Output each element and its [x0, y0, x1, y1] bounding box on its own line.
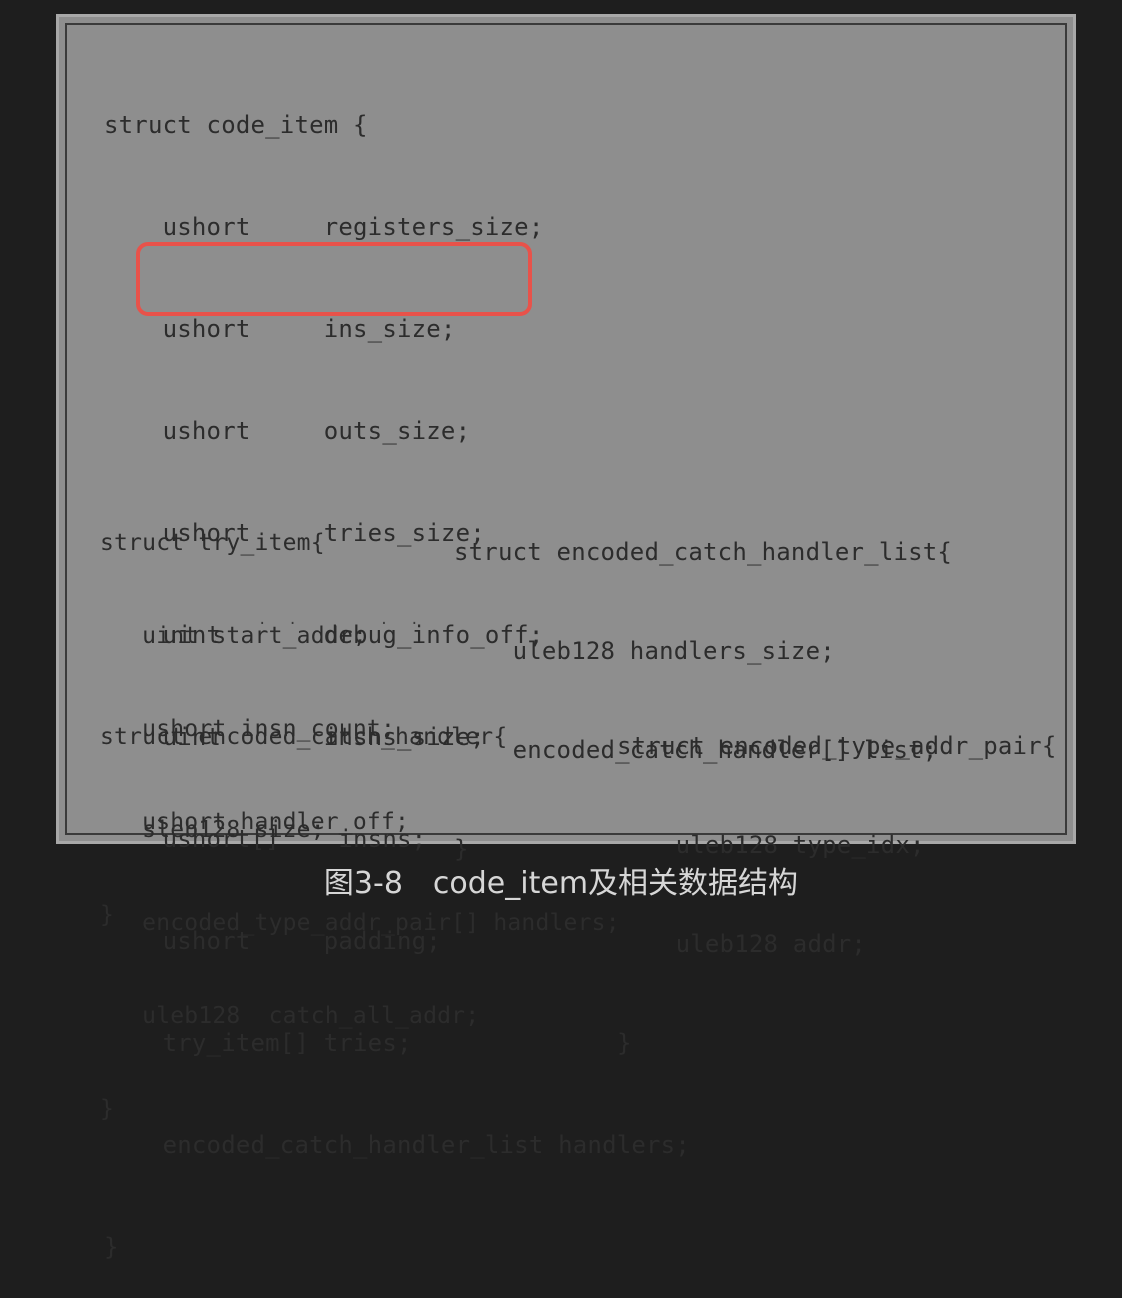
code-line: }	[104, 1233, 119, 1261]
code-line: struct encoded_type_addr_pair{	[617, 732, 1057, 760]
code-line: struct code_item {	[104, 111, 368, 139]
code-line: encoded_type_addr_pair[] handlers;	[100, 910, 620, 936]
code-line: }	[100, 1096, 115, 1122]
code-line: ushort outs_size;	[104, 417, 471, 445]
code-line: ushort registers_size;	[104, 213, 544, 241]
code-line: }	[617, 1029, 632, 1057]
code-line: uleb128 addr;	[617, 930, 867, 958]
faint-dots: ·· ··	[258, 616, 441, 632]
code-line: sleb128 size;	[100, 817, 325, 843]
code-line: struct try_item{	[100, 530, 325, 556]
code-line: struct encoded_catch_handler{	[100, 724, 508, 750]
insns-highlight-box	[136, 242, 532, 316]
code-line: struct encoded_catch_handler_list{	[454, 538, 953, 566]
figure-caption: 图3-8 code_item及相关数据结构	[323, 866, 799, 901]
encoded-catch-handler-struct: struct encoded_catch_handler{ sleb128 si…	[100, 660, 620, 1156]
code-line: uleb128 catch_all_addr;	[100, 1003, 480, 1029]
code-line: ushort ins_size;	[104, 315, 456, 343]
